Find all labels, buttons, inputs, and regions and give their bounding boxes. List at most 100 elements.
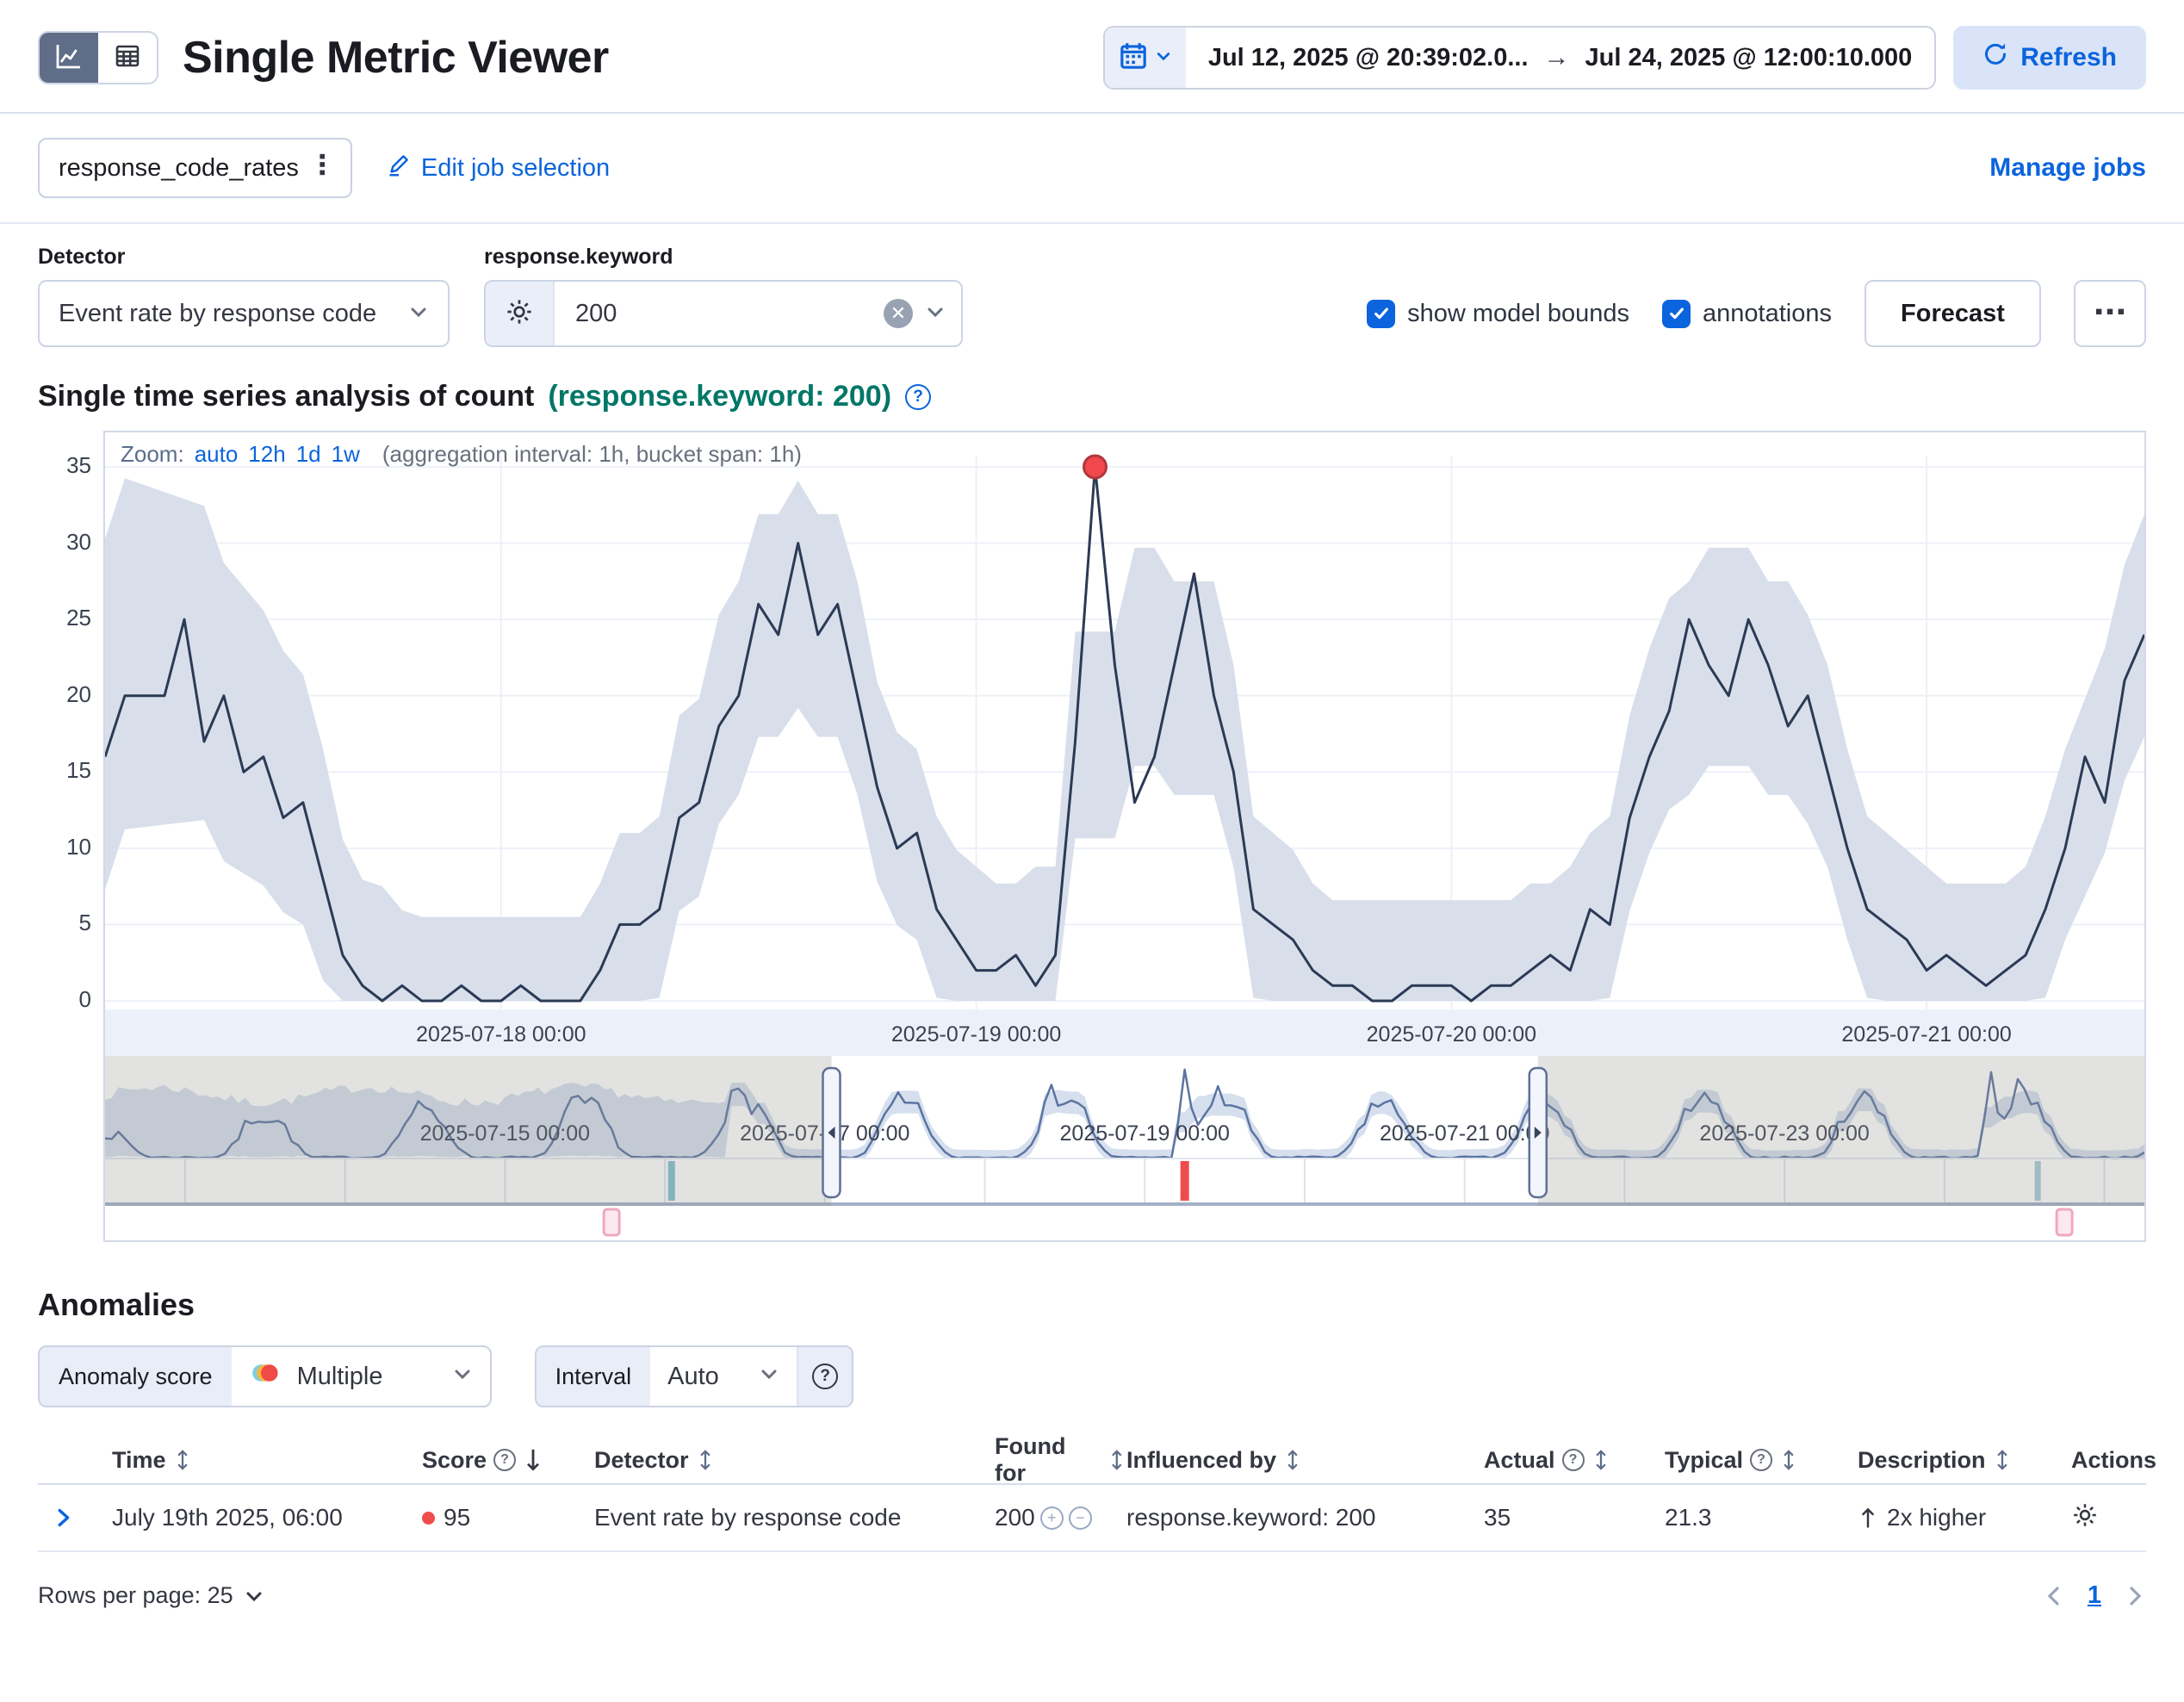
chevron-down-icon xyxy=(244,1586,264,1606)
annotation-marker[interactable] xyxy=(604,1209,619,1235)
expand-row-button[interactable] xyxy=(52,1505,112,1531)
zoom-1w-link[interactable]: 1w xyxy=(332,441,360,468)
edit-job-selection-link[interactable]: Edit job selection xyxy=(387,152,610,183)
gear-icon xyxy=(505,297,534,331)
clear-entity-icon[interactable]: ✕ xyxy=(884,299,913,328)
column-actual[interactable]: Actual ? xyxy=(1484,1447,1665,1474)
interval-control: Interval Auto ? xyxy=(535,1345,854,1407)
sort-desc-icon xyxy=(523,1447,543,1473)
y-tick-label: 30 xyxy=(38,529,91,556)
rows-per-page-button[interactable]: Rows per page: 25 xyxy=(38,1582,264,1609)
anomaly-marker[interactable] xyxy=(1084,456,1107,478)
filter-out-icon[interactable]: − xyxy=(1069,1506,1092,1530)
page-title: Single Metric Viewer xyxy=(183,32,609,84)
row-actions-gear-icon[interactable] xyxy=(2071,1501,2099,1535)
cell-typical: 21.3 xyxy=(1665,1504,1858,1531)
column-detector[interactable]: Detector xyxy=(594,1447,995,1474)
zoom-auto-link[interactable]: auto xyxy=(195,441,239,468)
swimlane-anomaly-mark[interactable] xyxy=(1181,1161,1189,1201)
severity-select[interactable]: Multiple xyxy=(232,1347,490,1406)
end-date-field[interactable]: Jul 24, 2025 @ 12:00:10.000 xyxy=(1585,44,1913,72)
entity-settings-button[interactable] xyxy=(486,282,555,345)
anomalies-controls: Anomaly score Multiple Interval Auto xyxy=(0,1323,2184,1407)
table-header-row: Time Score ? Detector Found for Influenc… xyxy=(38,1433,2146,1485)
column-time[interactable]: Time xyxy=(112,1447,422,1474)
interval-help[interactable]: ? xyxy=(797,1347,852,1406)
severity-label: Anomaly score xyxy=(40,1347,232,1406)
annotations-checkbox[interactable]: annotations xyxy=(1662,300,1832,328)
sort-icon xyxy=(1779,1448,1798,1472)
svg-text:2025-07-19 00:00: 2025-07-19 00:00 xyxy=(1060,1121,1230,1146)
cell-actual: 35 xyxy=(1484,1504,1665,1531)
svg-text:2025-07-21 00:00: 2025-07-21 00:00 xyxy=(1841,1022,2011,1047)
y-tick-label: 15 xyxy=(38,757,91,784)
detector-select[interactable]: Event rate by response code xyxy=(38,280,450,347)
manage-jobs-link[interactable]: Manage jobs xyxy=(1989,153,2146,183)
page-number[interactable]: 1 xyxy=(2088,1581,2101,1610)
chart-section-title: Single time series analysis of count (re… xyxy=(0,373,2184,413)
controls-row: Detector Event rate by response code res… xyxy=(0,224,2184,373)
chevron-down-icon xyxy=(408,301,429,326)
forecast-button[interactable]: Forecast xyxy=(1864,280,2041,347)
zoom-12h-link[interactable]: 12h xyxy=(248,441,285,468)
refresh-icon xyxy=(1982,41,2008,74)
zoom-1d-link[interactable]: 1d xyxy=(296,441,321,468)
cell-description: 2x higher xyxy=(1858,1504,2071,1531)
show-model-bounds-checkbox[interactable]: show model bounds xyxy=(1367,300,1629,328)
y-tick-label: 0 xyxy=(38,986,91,1013)
multi-severity-icon xyxy=(249,1361,285,1392)
kebab-icon[interactable] xyxy=(313,152,332,184)
cell-detector: Event rate by response code xyxy=(594,1504,995,1531)
timeseries-svg[interactable]: 2025-07-18 00:002025-07-19 00:002025-07-… xyxy=(105,432,2144,1240)
entity-combobox[interactable]: 200 ✕ xyxy=(484,280,963,347)
svg-text:2025-07-20 00:00: 2025-07-20 00:00 xyxy=(1367,1022,1536,1047)
y-tick-label: 5 xyxy=(38,910,91,936)
grid-view-button[interactable] xyxy=(98,33,157,83)
cell-time: July 19th 2025, 06:00 xyxy=(112,1504,422,1531)
selected-job-badge[interactable]: response_code_rates xyxy=(38,138,352,198)
annotation-marker[interactable] xyxy=(2057,1209,2072,1235)
range-arrow-icon: → xyxy=(1544,43,1570,72)
start-date-field[interactable]: Jul 12, 2025 @ 20:39:02.0... xyxy=(1208,44,1529,72)
job-badge-label: response_code_rates xyxy=(59,154,299,183)
interval-label: Interval xyxy=(537,1347,651,1406)
help-icon: ? xyxy=(1750,1449,1772,1471)
column-found-for[interactable]: Found for xyxy=(995,1433,1126,1487)
help-icon[interactable]: ? xyxy=(905,384,931,410)
cell-found-for: 200 + − xyxy=(995,1504,1126,1531)
y-tick-label: 35 xyxy=(38,452,91,479)
checkbox-checked-icon xyxy=(1662,300,1691,328)
zoom-label: Zoom: xyxy=(121,441,184,468)
refresh-button[interactable]: Refresh xyxy=(1953,26,2146,90)
previous-page-button[interactable] xyxy=(2043,1582,2065,1610)
cell-actions xyxy=(2071,1501,2146,1535)
filter-in-icon[interactable]: + xyxy=(1040,1506,1064,1530)
chart-view-button[interactable] xyxy=(40,33,98,83)
sort-icon xyxy=(696,1448,715,1472)
chevron-down-icon xyxy=(925,301,946,326)
sort-icon xyxy=(1591,1448,1610,1472)
detector-label: Detector xyxy=(38,245,450,270)
table-row: July 19th 2025, 06:00 95 Event rate by r… xyxy=(38,1485,2146,1552)
zoom-controls: Zoom: auto 12h 1d 1w (aggregation interv… xyxy=(121,441,802,468)
date-quick-select[interactable] xyxy=(1105,28,1186,88)
date-range-picker: Jul 12, 2025 @ 20:39:02.0... → Jul 24, 2… xyxy=(1103,26,1936,90)
column-influenced-by[interactable]: Influenced by xyxy=(1126,1447,1484,1474)
app-header: Single Metric Viewer xyxy=(0,0,2184,112)
severity-threshold-control: Anomaly score Multiple xyxy=(38,1345,492,1407)
column-score[interactable]: Score ? xyxy=(422,1447,594,1474)
column-description[interactable]: Description xyxy=(1858,1447,2071,1474)
column-typical[interactable]: Typical ? xyxy=(1665,1447,1858,1474)
boxes-horizontal-icon xyxy=(2095,305,2125,323)
anomalies-table: Time Score ? Detector Found for Influenc… xyxy=(0,1433,2184,1552)
plot-area[interactable]: 2025-07-18 00:002025-07-19 00:002025-07-… xyxy=(103,431,2146,1242)
calendar-icon xyxy=(1119,41,1148,75)
entity-value: 200 xyxy=(555,300,884,328)
more-options-button[interactable] xyxy=(2074,280,2146,347)
column-actions: Actions xyxy=(2071,1447,2146,1474)
y-axis-labels: 05101520253035 xyxy=(38,431,91,1249)
next-page-button[interactable] xyxy=(2124,1582,2146,1610)
anomalies-heading: Anomalies xyxy=(0,1249,2184,1323)
help-icon: ? xyxy=(812,1363,838,1389)
interval-select[interactable]: Auto xyxy=(650,1347,797,1406)
